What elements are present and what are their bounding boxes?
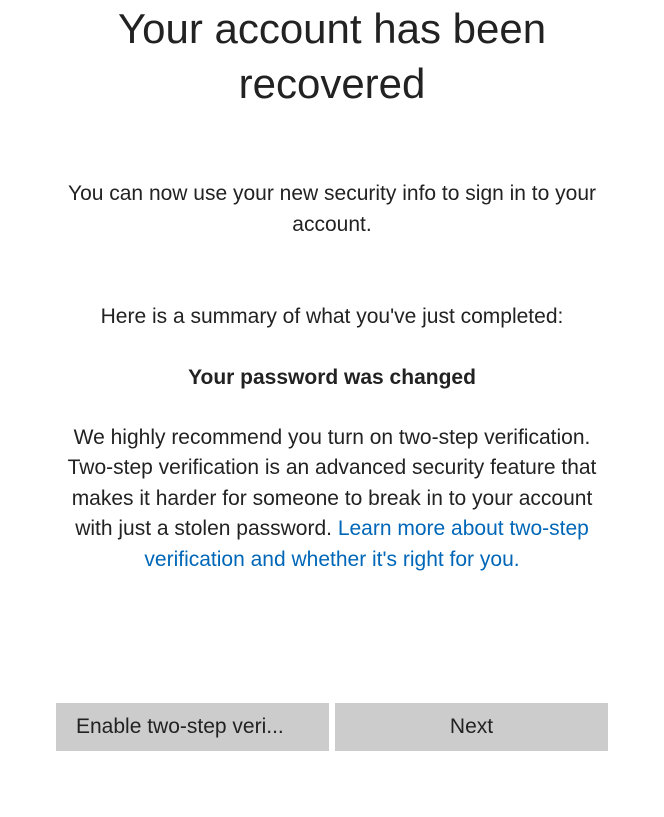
next-button[interactable]: Next — [335, 703, 608, 751]
password-changed-text: Your password was changed — [56, 363, 608, 393]
button-row: Enable two-step veri... Next — [56, 703, 608, 751]
page-container: Your account has been recovered You can … — [0, 2, 664, 751]
recommendation-paragraph: We highly recommend you turn on two-step… — [56, 423, 608, 575]
intro-text: You can now use your new security info t… — [56, 179, 608, 240]
summary-label: Here is a summary of what you've just co… — [56, 302, 608, 332]
page-title: Your account has been recovered — [56, 2, 608, 111]
enable-two-step-button[interactable]: Enable two-step veri... — [56, 703, 329, 751]
